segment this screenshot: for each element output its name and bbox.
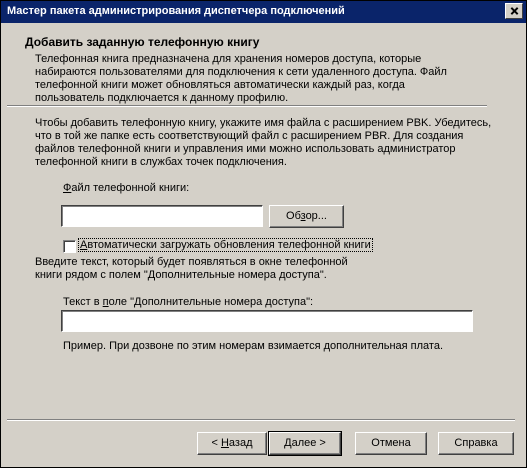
close-icon[interactable] <box>505 3 523 19</box>
browse-button[interactable]: Обзор... <box>269 205 344 228</box>
cancel-button[interactable]: Отмена <box>355 432 427 455</box>
back-button[interactable]: < Назад <box>197 432 267 455</box>
next-button[interactable]: Далее > <box>268 431 342 456</box>
phonebook-file-input[interactable] <box>61 205 263 227</box>
more-numbers-label: Текст в поле "Дополнительные номера дост… <box>63 296 314 308</box>
wizard-header: Добавить заданную телефонную книгу Телеф… <box>1 23 526 107</box>
footer-divider <box>7 419 515 421</box>
example-text: Пример. При дозвоне по этим номерам взим… <box>63 340 444 352</box>
help-button[interactable]: Справка <box>438 432 514 455</box>
auto-update-label[interactable]: Автоматически загружать обновления телеф… <box>78 238 373 252</box>
wizard-window: Мастер пакета администрирования диспетче… <box>0 0 527 468</box>
header-divider <box>7 105 487 107</box>
page-description: Телефонная книга предназначена для хране… <box>35 53 447 104</box>
auto-update-checkbox[interactable] <box>63 240 76 253</box>
more-numbers-input[interactable] <box>61 310 473 332</box>
window-title: Мастер пакета администрирования диспетче… <box>7 5 345 17</box>
phonebook-file-label: Файл телефонной книги: <box>63 182 190 194</box>
title-bar[interactable]: Мастер пакета администрирования диспетче… <box>1 1 526 23</box>
more-numbers-text: Введите текст, который будет появляться … <box>35 256 348 281</box>
page-title: Добавить заданную телефонную книгу <box>25 35 260 49</box>
instructions-text: Чтобы добавить телефонную книгу, укажите… <box>35 117 492 168</box>
